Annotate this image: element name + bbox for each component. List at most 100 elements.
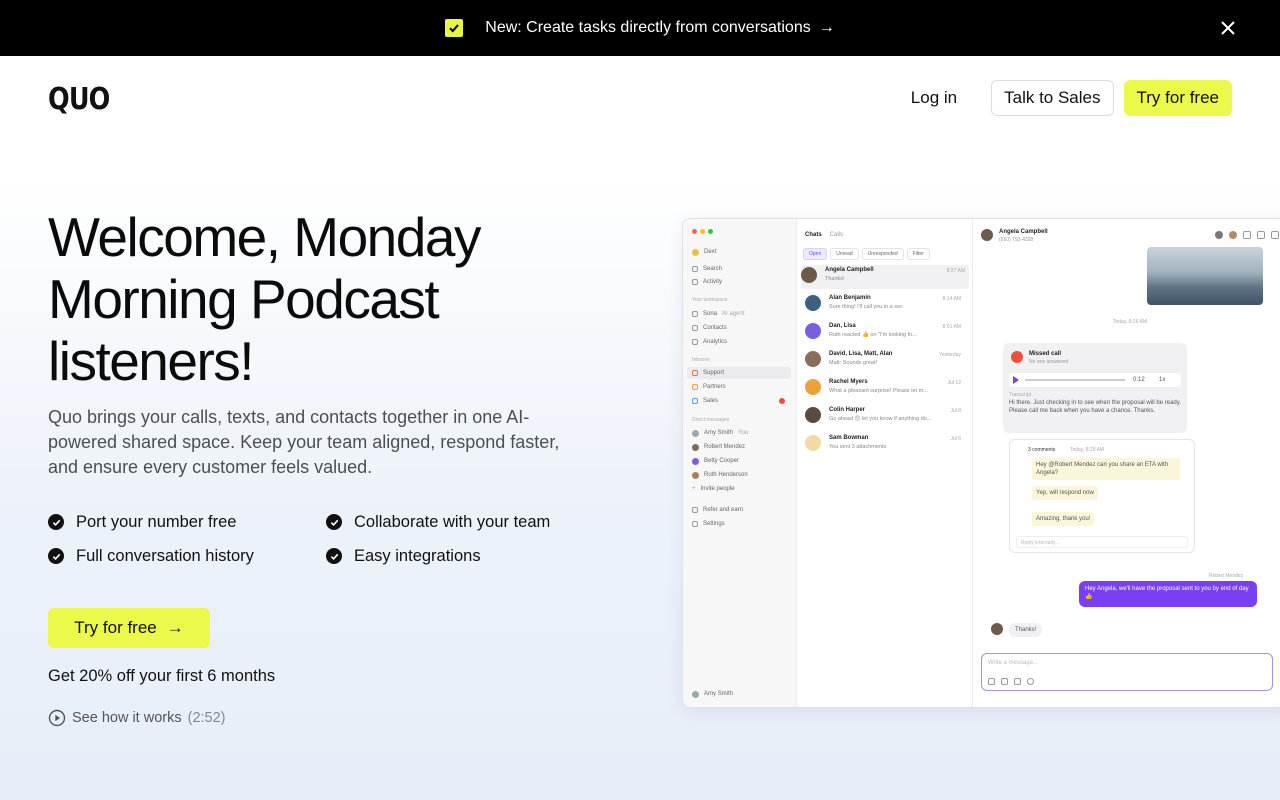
window-controls: [692, 229, 713, 234]
missed-call-title: Missed call: [1029, 351, 1062, 357]
try-for-free-header-button[interactable]: Try for free: [1123, 80, 1232, 116]
filter-chip: Unread: [830, 248, 859, 260]
phone-missed-icon: [1011, 351, 1023, 363]
conversation-time: Yesterday: [938, 352, 961, 358]
filter-chips: Open Unread Unresponded Filter: [803, 248, 933, 260]
check-circle-icon: [48, 548, 64, 564]
conversation-preview: Thanks!: [825, 276, 845, 282]
feature-label: Collaborate with your team: [354, 512, 551, 531]
audio-speed: 1x: [1159, 377, 1166, 383]
login-link[interactable]: Log in: [897, 80, 971, 116]
contact-avatar: [991, 623, 1003, 635]
audio-time: 0:12: [1133, 377, 1145, 383]
transcript-text: Hi there. Just checking in to see when t…: [1009, 400, 1181, 414]
conversation-time: Jul 8: [950, 408, 961, 414]
sidebar-label: Partners: [703, 384, 726, 390]
composer-placeholder: Write a message...: [988, 660, 1038, 666]
conversation-row: David, Lisa, Matt, Alan Matt: Sounds gre…: [805, 349, 965, 373]
missed-call-sub: No one answered: [1029, 359, 1069, 365]
sidebar-label: Contacts: [703, 325, 727, 331]
close-icon[interactable]: [1218, 18, 1238, 38]
invite-people: + Invite people: [692, 486, 735, 492]
conversation-preview: Go ahead 😊 let you know if anything do..…: [829, 416, 932, 422]
discount-text: Get 20% off your first 6 months: [48, 667, 276, 685]
outgoing-message: Hey Angela, we'll have the proposal sent…: [1079, 581, 1257, 607]
thread-comment: Hey @Robert Mendez can you share an ETA …: [1032, 458, 1180, 480]
conversation-time: Jul 12: [947, 380, 961, 386]
image-attachment: [1147, 247, 1263, 305]
sidebar-label: Analytics: [703, 339, 728, 345]
sender-label: Robert Mendez: [1209, 573, 1244, 579]
conversation-preview: Matt: Sounds great!: [829, 360, 877, 366]
conversation-name: Sam Bowman: [829, 435, 869, 441]
quo-logo[interactable]: QUO: [48, 82, 110, 117]
preview-sidebar: Dext Search Activity Your workspace Sona…: [683, 219, 797, 707]
reply-internally-input: Reply internally...: [1016, 536, 1188, 548]
contact-name: Angela Campbell: [999, 229, 1048, 235]
chat-toolbar: [1215, 231, 1279, 239]
sidebar-refer: Refer and earn: [692, 505, 743, 515]
feature-list: Port your number free Collaborate with y…: [48, 512, 588, 566]
see-how-it-works-link[interactable]: See how it works (2:52): [48, 709, 226, 727]
contact-avatar: [981, 229, 993, 241]
message-composer: Write a message...: [981, 653, 1273, 691]
conversation-name: Colin Harper: [829, 407, 866, 413]
sidebar-label: Sona: [703, 311, 718, 317]
date-divider: Today, 8:26 AM: [1113, 319, 1148, 325]
announcement-link[interactable]: New: Create tasks directly from conversa…: [445, 19, 835, 37]
you-tag: You: [738, 430, 749, 436]
tab-calls: Calls: [829, 232, 844, 238]
try-for-free-cta-button[interactable]: Try for free →: [48, 608, 210, 648]
audio-progress-track: [1025, 379, 1125, 381]
thread-time: Today, 8:28 AM: [1070, 447, 1105, 453]
arrow-right-icon: →: [166, 618, 184, 637]
ai-agent-tag: AI agent: [722, 311, 745, 317]
sidebar-label: Support: [703, 370, 725, 376]
conversation-name: Rachel Myers: [829, 379, 868, 385]
sidebar-analytics: Analytics: [692, 337, 727, 347]
filter-chip: Filter: [906, 248, 930, 260]
sidebar-label: Activity: [703, 279, 723, 285]
sidebar-sona: Sona AI agent: [692, 309, 744, 319]
conversation-preview: What a pleasant surprise! Please let m..…: [829, 388, 928, 394]
talk-to-sales-button[interactable]: Talk to Sales: [991, 80, 1114, 116]
missed-call-card: Missed call No one answered 0:12 1x Tran…: [1003, 343, 1187, 433]
preview-conversation-list: Chats Calls Open Unread Unresponded Filter …: [797, 219, 973, 707]
inboxes-heading: Inboxes: [692, 357, 710, 363]
check-circle-icon: [326, 548, 342, 564]
video-duration: (2:52): [187, 710, 226, 726]
hero-subtitle: Quo brings your calls, texts, and contac…: [48, 407, 560, 477]
sidebar-partners: Partners: [692, 382, 726, 392]
conversation-time: 8:14 AM: [942, 296, 961, 302]
conversation-time: 8:01 AM: [942, 324, 961, 330]
dm-item: Betty Cooper: [692, 456, 739, 466]
conversation-name: Angela Campbell: [825, 267, 874, 273]
play-circle-icon: [48, 709, 66, 727]
announcement-bar: New: Create tasks directly from conversa…: [0, 0, 1280, 56]
workspace-name: Dext: [704, 249, 717, 255]
play-icon: [1013, 376, 1019, 384]
conversation-row: Rachel Myers What a pleasant surprise! P…: [805, 377, 965, 401]
sidebar-footer-user: Amy Smith: [692, 689, 733, 699]
feature-item: Full conversation history: [48, 546, 326, 566]
feature-item: Collaborate with your team: [326, 512, 586, 532]
dm-label: Betty Cooper: [704, 458, 740, 464]
preview-chat-pane: Angela Campbell (650) 793-4328 Today, 8:…: [973, 219, 1280, 707]
announcement-text: New: Create tasks directly from conversa…: [485, 19, 811, 36]
sidebar-contacts: Contacts: [692, 323, 727, 333]
sidebar-label: Search: [703, 266, 723, 272]
sidebar-activity: Activity: [692, 277, 722, 287]
sidebar-support: Support: [692, 368, 724, 378]
conversation-name: Dan, Lisa: [829, 323, 856, 329]
check-circle-icon: [326, 514, 342, 530]
unread-badge: [779, 398, 785, 404]
conversation-name: David, Lisa, Matt, Alan: [829, 351, 893, 357]
sidebar-label: Refer and earn: [703, 507, 744, 513]
sidebar-label: Sales: [703, 398, 719, 404]
dm-item: Ruth Henderson: [692, 470, 748, 480]
thread-count: 3 comments: [1028, 447, 1056, 453]
dm-label: Invite people: [700, 486, 735, 492]
header-nav: Log in Talk to Sales Try for free: [897, 80, 1232, 116]
contact-phone: (650) 793-4328: [999, 237, 1034, 243]
dm-item: Amy Smith You: [692, 428, 748, 438]
